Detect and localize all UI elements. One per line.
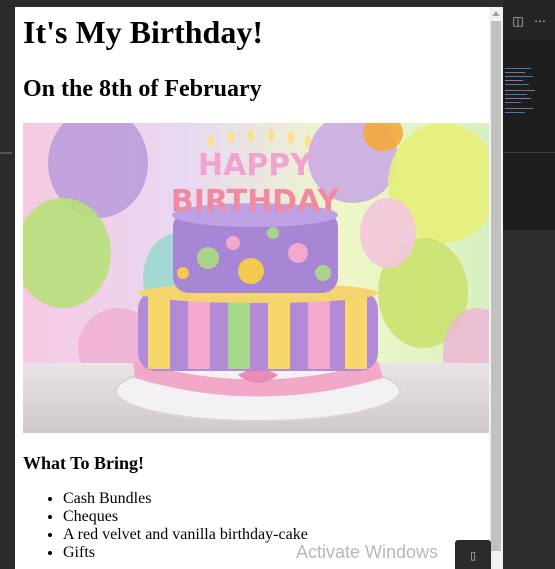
top-bar <box>0 0 555 7</box>
split-editor-icon[interactable]: ◫ <box>511 14 525 28</box>
list-item: Cheques <box>63 508 497 526</box>
scroll-up-icon[interactable] <box>492 11 500 16</box>
cake-birthday-letters: BIRTHDAY <box>171 184 341 219</box>
page-content: It's My Birthday! On the 8th of February <box>15 7 497 562</box>
left-editor-strip <box>0 0 15 569</box>
vertical-scrollbar[interactable] <box>489 7 503 569</box>
screen: ◫ ⋯ It's My Birthday! On the 8th of Febr… <box>0 0 555 569</box>
activate-windows-watermark: Activate Windows <box>296 542 439 562</box>
editor-toolbar: ◫ ⋯ <box>511 14 547 28</box>
list-item: Cash Bundles <box>63 490 497 508</box>
cake-happy-letters: HAPPY <box>198 148 313 183</box>
editor-minimap[interactable] <box>503 40 555 152</box>
scrollbar-thumb[interactable] <box>491 21 501 551</box>
birthday-cake-image: HAPPY BIRTHDAY <box>23 123 489 433</box>
bring-heading: What To Bring! <box>23 453 145 473</box>
layout-icon: ▯ <box>469 549 477 562</box>
editor-panel <box>503 152 555 231</box>
editor-divider <box>0 152 12 154</box>
page-title: It's My Birthday! <box>23 14 263 50</box>
corner-panel-button[interactable]: ▯ <box>455 540 491 569</box>
page-subtitle: On the 8th of February <box>23 76 262 102</box>
code-editor-pane: ◫ ⋯ <box>503 0 555 569</box>
more-actions-icon[interactable]: ⋯ <box>533 14 547 28</box>
browser-viewport: It's My Birthday! On the 8th of February <box>15 7 503 569</box>
editor-bottom-panel <box>503 230 555 569</box>
